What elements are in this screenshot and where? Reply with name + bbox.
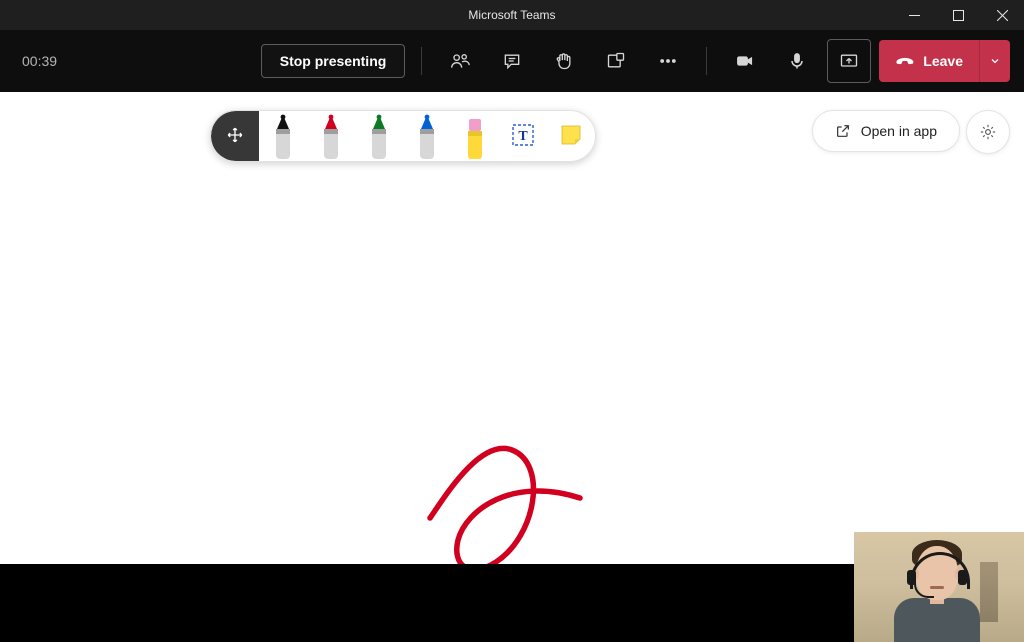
close-button[interactable] — [980, 0, 1024, 30]
leave-button[interactable]: Leave — [879, 40, 979, 82]
open-in-app-label: Open in app — [861, 123, 937, 139]
pen-icon — [316, 113, 346, 159]
open-external-icon — [835, 123, 851, 139]
toolbar-divider — [706, 47, 707, 75]
sticky-note-tool[interactable] — [547, 111, 595, 161]
pen-icon — [412, 113, 442, 159]
raise-hand-button[interactable] — [542, 39, 586, 83]
pen-green[interactable] — [355, 111, 403, 161]
move-icon — [226, 126, 244, 144]
pen-blue[interactable] — [403, 111, 451, 161]
whiteboard-canvas[interactable]: T Open in app — [0, 92, 1024, 564]
pan-tool[interactable] — [211, 111, 259, 161]
toolbar-divider — [421, 47, 422, 75]
call-duration: 00:39 — [22, 53, 70, 69]
open-in-app-button[interactable]: Open in app — [812, 110, 960, 152]
pen-black[interactable] — [259, 111, 307, 161]
text-icon: T — [511, 123, 535, 147]
chat-button[interactable] — [490, 39, 534, 83]
eraser-icon — [460, 113, 490, 159]
camera-toggle-button[interactable] — [723, 39, 767, 83]
whiteboard-toolbar: T — [210, 110, 596, 162]
svg-text:T: T — [518, 129, 528, 144]
sticky-note-icon — [560, 124, 582, 146]
pen-red[interactable] — [307, 111, 355, 161]
maximize-button[interactable] — [936, 0, 980, 30]
call-toolbar: 00:39 Stop presenting — [0, 30, 1024, 92]
share-screen-icon — [839, 51, 859, 71]
leave-button-group: Leave — [879, 40, 1010, 82]
microphone-icon — [787, 51, 807, 71]
camera-icon — [735, 51, 755, 71]
leave-more-button[interactable] — [979, 40, 1010, 82]
share-screen-button[interactable] — [827, 39, 871, 83]
breakout-rooms-button[interactable] — [594, 39, 638, 83]
stop-presenting-button[interactable]: Stop presenting — [261, 44, 406, 78]
more-options-icon — [658, 51, 678, 71]
gear-icon — [979, 123, 997, 141]
participants-button[interactable] — [438, 39, 482, 83]
pen-icon — [364, 113, 394, 159]
window-titlebar: Microsoft Teams — [0, 0, 1024, 30]
mic-toggle-button[interactable] — [775, 39, 819, 83]
window-controls — [892, 0, 1024, 30]
leave-button-label: Leave — [923, 53, 963, 69]
raise-hand-icon — [554, 51, 574, 71]
text-tool[interactable]: T — [499, 111, 547, 161]
chat-icon — [502, 51, 522, 71]
eraser-tool[interactable] — [451, 111, 499, 161]
more-actions-button[interactable] — [646, 39, 690, 83]
self-video-thumbnail[interactable] — [854, 532, 1024, 642]
pen-icon — [268, 113, 298, 159]
video-tray — [0, 564, 1024, 642]
chevron-down-icon — [989, 55, 1001, 67]
minimize-button[interactable] — [892, 0, 936, 30]
breakout-rooms-icon — [606, 51, 626, 71]
whiteboard-settings-button[interactable] — [966, 110, 1010, 154]
hangup-icon — [895, 51, 915, 71]
participants-icon — [450, 51, 470, 71]
window-title: Microsoft Teams — [0, 8, 1024, 22]
